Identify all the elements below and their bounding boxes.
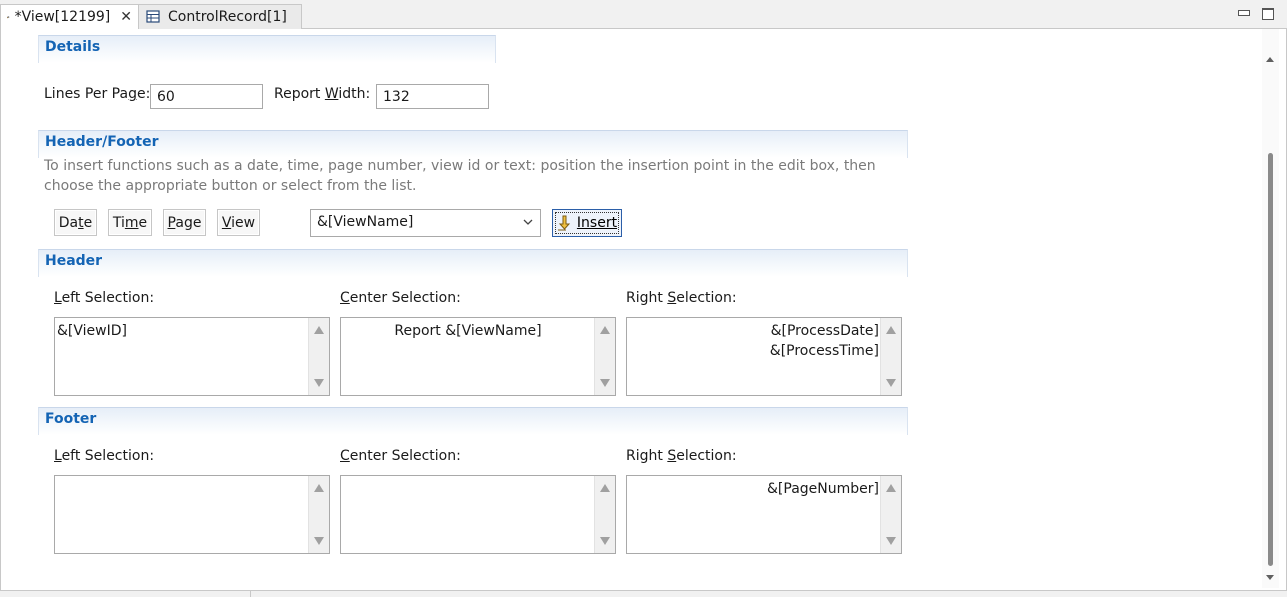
minimize-icon[interactable] [1236, 6, 1252, 20]
footer-right-text: &[PageNumber] [767, 481, 879, 497]
insert-label: Insert [576, 215, 618, 231]
textarea-scrollbar[interactable] [308, 318, 329, 395]
scroll-up-icon[interactable] [1266, 57, 1274, 62]
page-scrollbar[interactable] [1262, 29, 1279, 588]
footer-left-textarea[interactable] [54, 475, 330, 554]
header-center-text: Report &[ViewName] [394, 323, 542, 339]
header-right-textarea[interactable]: &[ProcessDate] &[ProcessTime] [626, 317, 902, 396]
tab-label: *View[12199] [14, 9, 111, 25]
textarea-scrollbar[interactable] [594, 318, 615, 395]
header-left-text: &[ViewID] [57, 323, 127, 339]
maximize-icon[interactable] [1260, 6, 1276, 20]
editor-tab-strip: *View[12199] ✕ ControlRecord[1] [0, 0, 1287, 29]
tab-control-record-1[interactable]: ControlRecord[1] [139, 4, 302, 29]
section-footer-title: Footer [38, 407, 908, 435]
view-editor-form: Details Lines Per Page: Report Width: He… [0, 29, 1287, 591]
textarea-scrollbar[interactable] [308, 476, 329, 553]
view-button[interactable]: View [217, 209, 260, 236]
header-left-textarea[interactable]: &[ViewID] [54, 317, 330, 396]
insert-arrow-icon [557, 215, 571, 231]
header-left-label: Left Selection: [54, 290, 155, 306]
eye-icon [7, 16, 10, 19]
page-button[interactable]: Page [163, 209, 206, 236]
tab-label: ControlRecord[1] [168, 9, 287, 25]
section-header-footer-title: Header/Footer [38, 130, 908, 158]
footer-center-textarea[interactable] [340, 475, 616, 554]
close-icon[interactable]: ✕ [120, 9, 132, 25]
header-right-label: Right Selection: [626, 290, 737, 306]
footer-center-label: Center Selection: [340, 448, 461, 464]
function-select-value: &[ViewName] [317, 214, 414, 230]
lines-per-page-label: Lines Per Page: [44, 86, 151, 102]
scroll-thumb[interactable] [1268, 153, 1273, 566]
header-center-textarea[interactable]: Report &[ViewName] [340, 317, 616, 396]
time-button[interactable]: Time [108, 209, 152, 236]
section-header-title: Header [38, 249, 908, 277]
tab-view-12199[interactable]: *View[12199] ✕ [0, 4, 139, 29]
header-center-label: Center Selection: [340, 290, 461, 306]
report-width-input[interactable] [376, 84, 489, 109]
textarea-scrollbar[interactable] [880, 318, 901, 395]
footer-right-textarea[interactable]: &[PageNumber] [626, 475, 902, 554]
scroll-down-icon[interactable] [1266, 575, 1274, 580]
function-select[interactable]: &[ViewName] [310, 209, 541, 237]
report-width-label: Report Width: [274, 86, 371, 102]
footer-right-label: Right Selection: [626, 448, 737, 464]
lines-per-page-input[interactable] [150, 84, 263, 109]
insert-button[interactable]: Insert [552, 209, 622, 237]
textarea-scrollbar[interactable] [594, 476, 615, 553]
header-footer-description: To insert functions such as a date, time… [44, 158, 876, 194]
header-right-text: &[ProcessDate] &[ProcessTime] [769, 323, 879, 359]
chevron-down-icon [523, 219, 533, 225]
date-button[interactable]: Date [54, 209, 97, 236]
table-icon [146, 10, 160, 23]
bottom-panel-strip [0, 591, 1287, 597]
section-details-title: Details [38, 35, 496, 63]
footer-left-label: Left Selection: [54, 448, 155, 464]
textarea-scrollbar[interactable] [880, 476, 901, 553]
